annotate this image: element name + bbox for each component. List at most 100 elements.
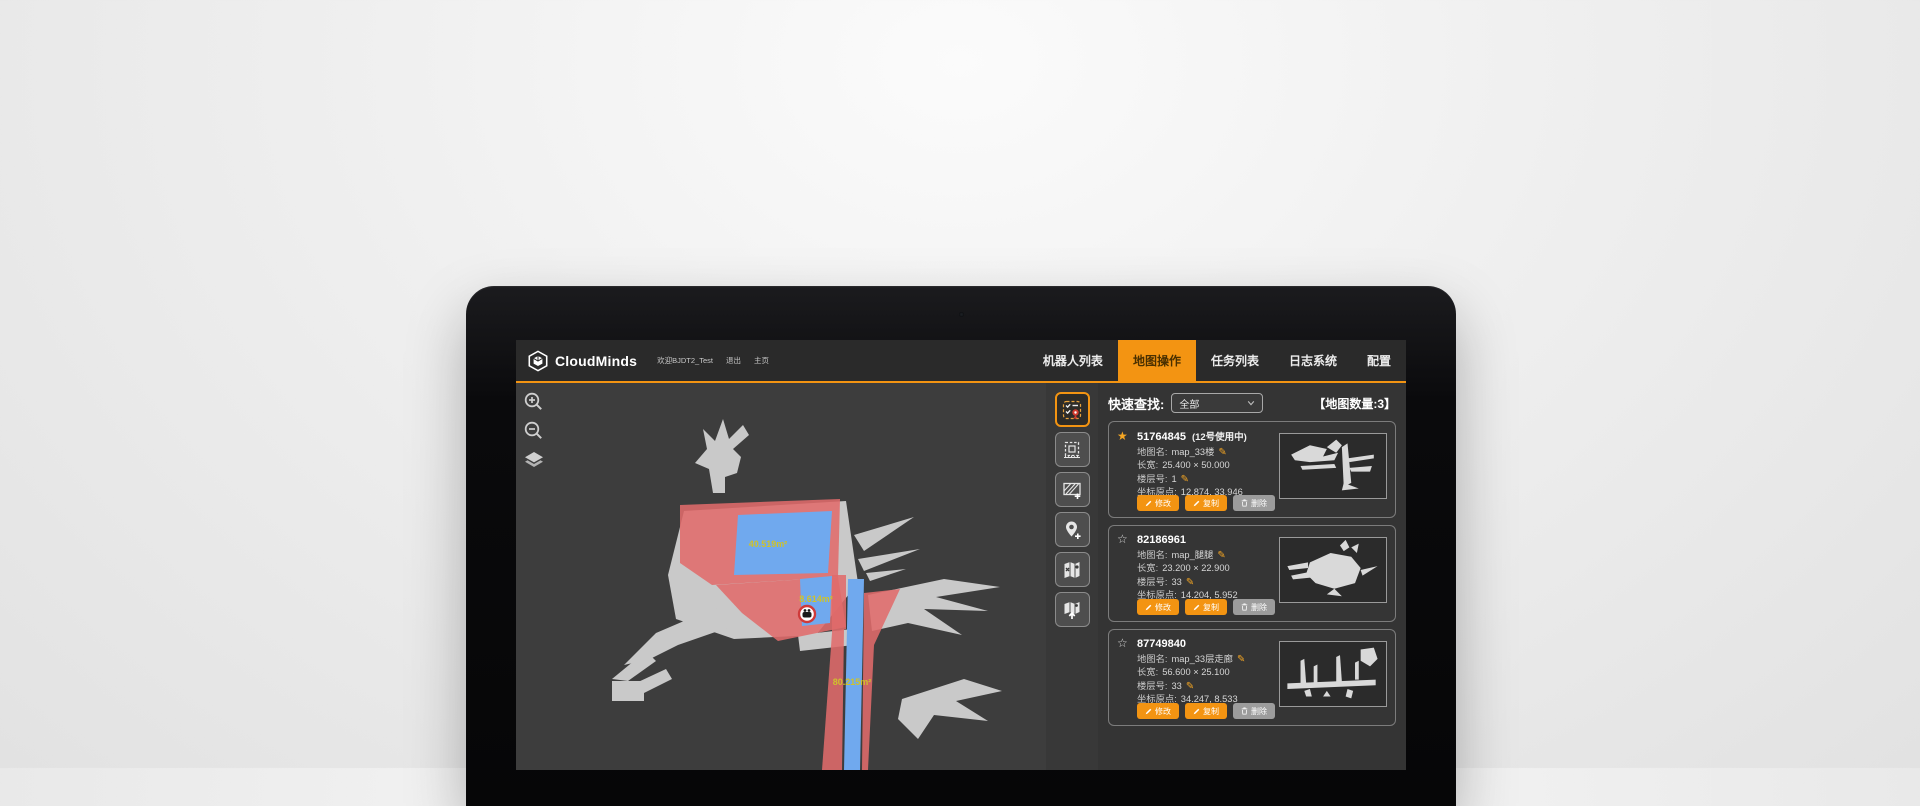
measure-area-icon [1061, 439, 1083, 461]
home-link[interactable]: 主页 [754, 355, 769, 366]
restricted-zone [822, 629, 844, 770]
copy-button[interactable]: 复制 [1185, 495, 1227, 511]
copy-button[interactable]: 复制 [1185, 703, 1227, 719]
pencil-icon [1145, 708, 1152, 715]
map-card[interactable]: ☆ 87749840 地图名:map_33层走廊✎ 长宽:56.600 × 25… [1108, 629, 1396, 726]
modify-button[interactable]: 修改 [1137, 495, 1179, 511]
map-blob [695, 419, 749, 493]
add-point-tool-button[interactable] [1055, 512, 1090, 547]
session-links: 欢迎BJDT2_Test 退出 主页 [657, 340, 769, 381]
map-thumbnail[interactable] [1279, 433, 1387, 499]
logout-link[interactable]: 退出 [726, 355, 741, 366]
zoom-out-icon[interactable] [523, 420, 545, 442]
corridor-region[interactable] [844, 579, 864, 770]
field-label: 楼层号: [1137, 576, 1167, 589]
map-card[interactable]: ☆ 82186961 地图名:map_腿腿✎ 长宽:23.200 × 22.90… [1108, 525, 1396, 622]
pencil-icon [1193, 604, 1200, 611]
floor-value: 1 [1171, 473, 1176, 486]
star-outline-icon[interactable]: ☆ [1117, 637, 1131, 649]
filter-dropdown[interactable]: 全部 [1171, 393, 1263, 413]
map-blob [898, 679, 1002, 739]
map-thumbnail[interactable] [1279, 641, 1387, 707]
tab-task-list[interactable]: 任务列表 [1196, 340, 1274, 381]
star-filled-icon[interactable]: ★ [1117, 430, 1131, 442]
map-list-panel: 快速查找: 全部 【地图数量:3】 ★ 51764845 [1098, 383, 1406, 770]
robot-marker[interactable] [799, 606, 815, 622]
map-in-use-badge: (12号使用中) [1192, 429, 1247, 443]
edit-pencil-icon[interactable]: ✎ [1186, 682, 1194, 692]
zoom-in-icon[interactable] [523, 391, 545, 413]
map-blob [612, 681, 644, 701]
card-buttons: 修改 复制 删除 [1137, 599, 1275, 615]
card-buttons: 修改 复制 删除 [1137, 703, 1275, 719]
upload-map-icon [1061, 599, 1083, 621]
edit-pencil-icon[interactable]: ✎ [1186, 578, 1194, 588]
panel-header: 快速查找: 全部 【地图数量:3】 [1108, 393, 1396, 413]
map-canvas[interactable]: 40.519m² 8.614m² 80.215m² [516, 383, 1046, 770]
delete-button[interactable]: 删除 [1233, 495, 1275, 511]
edit-pencil-icon[interactable]: ✎ [1181, 475, 1189, 485]
brand: CloudMinds [516, 340, 637, 381]
field-label: 楼层号: [1137, 473, 1167, 486]
trash-icon [1241, 603, 1248, 611]
add-virtual-wall-icon [1061, 479, 1083, 501]
floor-value: 33 [1171, 576, 1181, 589]
map-name-value: map_腿腿 [1171, 549, 1213, 562]
modify-button[interactable]: 修改 [1137, 703, 1179, 719]
tab-config[interactable]: 配置 [1352, 340, 1406, 381]
pencil-icon [1145, 604, 1152, 611]
map-points-icon [1061, 399, 1083, 421]
delete-button[interactable]: 删除 [1233, 703, 1275, 719]
trash-icon [1241, 499, 1248, 507]
app-window: CloudMinds 欢迎BJDT2_Test 退出 主页 机器人列表 地图操作… [516, 340, 1406, 770]
map-name-value: map_33楼 [1171, 446, 1214, 459]
map-tools-toolbar [1046, 383, 1098, 770]
erase-map-tool-button[interactable] [1055, 552, 1090, 587]
trash-icon [1241, 707, 1248, 715]
field-label: 地图名: [1137, 549, 1167, 562]
map-card[interactable]: ★ 51764845 (12号使用中) 地图名:map_33楼✎ 长宽:25.4… [1108, 421, 1396, 518]
map-id: 87749840 [1137, 638, 1186, 650]
field-label: 长宽: [1137, 562, 1158, 575]
layers-icon[interactable] [523, 449, 545, 471]
tab-map-operation[interactable]: 地图操作 [1118, 340, 1196, 381]
field-label: 地图名: [1137, 653, 1167, 666]
area-label: 80.215m² [833, 677, 872, 687]
add-virtual-wall-tool-button[interactable] [1055, 472, 1090, 507]
filter-value: 全部 [1179, 396, 1199, 411]
laptop-frame: CloudMinds 欢迎BJDT2_Test 退出 主页 机器人列表 地图操作… [466, 286, 1456, 806]
star-outline-icon[interactable]: ☆ [1117, 533, 1131, 545]
edit-pencil-icon[interactable]: ✎ [1237, 655, 1245, 665]
map-card-list: ★ 51764845 (12号使用中) 地图名:map_33楼✎ 长宽:25.4… [1108, 421, 1396, 726]
tab-log-system[interactable]: 日志系统 [1274, 340, 1352, 381]
copy-button[interactable]: 复制 [1185, 599, 1227, 615]
map-size-value: 23.200 × 22.900 [1162, 562, 1229, 575]
edit-pencil-icon[interactable]: ✎ [1218, 448, 1226, 458]
modify-button[interactable]: 修改 [1137, 599, 1179, 615]
restricted-zone [832, 575, 846, 633]
pencil-icon [1193, 500, 1200, 507]
field-label: 地图名: [1137, 446, 1167, 459]
map-name-value: map_33层走廊 [1171, 653, 1233, 666]
measure-area-tool-button[interactable] [1055, 432, 1090, 467]
tab-robot-list[interactable]: 机器人列表 [1028, 340, 1118, 381]
map-blob [866, 569, 906, 581]
delete-button[interactable]: 删除 [1233, 599, 1275, 615]
area-label: 8.614m² [799, 594, 833, 604]
map-size-value: 25.400 × 50.000 [1162, 459, 1229, 472]
occupancy-map: 40.519m² 8.614m² 80.215m² [516, 383, 1046, 770]
brand-name: CloudMinds [555, 353, 637, 369]
field-label: 长宽: [1137, 459, 1158, 472]
map-count-label: 【地图数量:3】 [1313, 395, 1396, 412]
upload-map-tool-button[interactable] [1055, 592, 1090, 627]
pencil-icon [1145, 500, 1152, 507]
main-content: 40.519m² 8.614m² 80.215m² [516, 383, 1406, 770]
erase-map-icon [1061, 559, 1083, 581]
cloudminds-logo-icon [527, 350, 549, 372]
map-points-tool-button[interactable] [1055, 392, 1090, 427]
map-thumbnail[interactable] [1279, 537, 1387, 603]
map-blob [854, 517, 914, 551]
edit-pencil-icon[interactable]: ✎ [1217, 551, 1225, 561]
area-label: 40.519m² [749, 539, 788, 549]
top-navbar: CloudMinds 欢迎BJDT2_Test 退出 主页 机器人列表 地图操作… [516, 340, 1406, 383]
